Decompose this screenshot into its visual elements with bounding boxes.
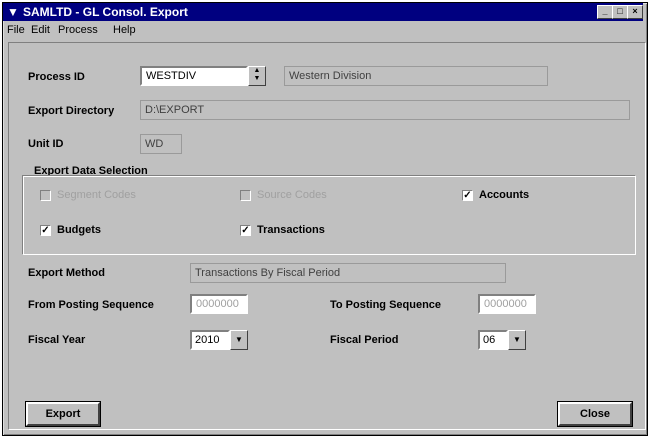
checkmark-icon: ✓ <box>40 224 51 236</box>
menu-edit[interactable]: Edit <box>31 24 50 37</box>
from-sequence-input[interactable]: 0000000 <box>190 294 248 314</box>
unit-id-label: Unit ID <box>28 138 64 150</box>
minimize-icon[interactable]: _ <box>597 5 613 19</box>
menu-help[interactable]: Help <box>113 24 136 37</box>
accounts-label: Accounts <box>479 189 530 201</box>
export-directory-field: D:\EXPORT <box>140 100 630 120</box>
fiscal-year-select[interactable]: 2010 ▼ <box>190 330 248 350</box>
menu-file[interactable]: File <box>7 24 25 37</box>
checkmark-icon: ✓ <box>240 224 251 236</box>
chevron-down-icon[interactable]: ▼ <box>230 330 248 350</box>
source-codes-label: Source Codes <box>257 189 327 201</box>
budgets-label: Budgets <box>57 224 101 236</box>
menu-process[interactable]: Process <box>58 24 98 37</box>
fiscal-year-value: 2010 <box>190 330 230 350</box>
source-codes-checkbox[interactable]: Source Codes <box>240 189 327 201</box>
process-description: Western Division <box>284 66 548 86</box>
maximize-icon[interactable]: □ <box>612 5 628 19</box>
transactions-checkbox[interactable]: ✓ Transactions <box>240 224 325 236</box>
window-title: SAMLTD - GL Consol. Export <box>23 5 188 19</box>
checkbox-icon <box>40 189 51 201</box>
fiscal-period-label: Fiscal Period <box>330 334 399 346</box>
checkmark-icon: ✓ <box>462 189 473 201</box>
close-button[interactable]: Close <box>558 402 632 426</box>
transactions-label: Transactions <box>257 224 325 236</box>
process-id-label: Process ID <box>28 71 85 83</box>
process-id-input[interactable]: WESTDIV <box>140 66 248 86</box>
segment-codes-checkbox[interactable]: Segment Codes <box>40 189 136 201</box>
title-bar[interactable]: ▼ SAMLTD - GL Consol. Export _ □ × <box>3 3 643 21</box>
finder-spin-icon[interactable]: ▲ ▼ <box>248 66 266 86</box>
to-sequence-label: To Posting Sequence <box>330 299 442 311</box>
chevron-down-icon[interactable]: ▼ <box>508 330 526 350</box>
export-method-field: Transactions By Fiscal Period <box>190 263 506 283</box>
close-icon[interactable]: × <box>627 5 643 19</box>
budgets-checkbox[interactable]: ✓ Budgets <box>40 224 101 236</box>
fiscal-period-select[interactable]: 06 ▼ <box>478 330 526 350</box>
accounts-checkbox[interactable]: ✓ Accounts <box>462 189 529 201</box>
export-selection-group <box>22 175 636 255</box>
fiscal-year-label: Fiscal Year <box>28 334 86 346</box>
export-button[interactable]: Export <box>26 402 100 426</box>
export-directory-label: Export Directory <box>28 105 115 117</box>
unit-id-field: WD <box>140 134 182 154</box>
checkbox-icon <box>240 189 251 201</box>
from-sequence-label: From Posting Sequence <box>28 299 154 311</box>
app-icon[interactable]: ▼ <box>6 5 20 19</box>
export-method-label: Export Method <box>28 267 105 279</box>
menu-bar: File Edit Process Help <box>3 21 643 39</box>
segment-codes-label: Segment Codes <box>57 189 136 201</box>
fiscal-period-value: 06 <box>478 330 508 350</box>
to-sequence-input[interactable]: 0000000 <box>478 294 536 314</box>
